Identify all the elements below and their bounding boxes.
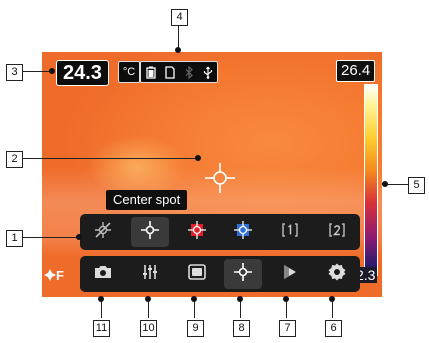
preset-1-icon (280, 220, 300, 245)
hot-spot-button[interactable] (178, 217, 216, 247)
callout-6-dot (329, 296, 335, 302)
callout-11: 11 (93, 320, 110, 337)
color-palette-button[interactable] (271, 259, 309, 289)
center-spot-tooltip: Center spot (106, 190, 188, 210)
hot-spot-icon (187, 220, 207, 245)
cold-spot-icon (233, 220, 253, 245)
callout-3-line (22, 71, 52, 72)
sliders-icon (140, 262, 160, 287)
temperature-unit: °C (118, 61, 140, 83)
callout-1-dot (76, 234, 82, 240)
callout-9-dot (191, 296, 197, 302)
center-spot-button[interactable] (130, 217, 169, 247)
camera-icon (93, 262, 113, 287)
measurement-button[interactable] (224, 259, 263, 289)
color-scale-bar (364, 84, 378, 276)
measurement-tools-toolbar (80, 214, 360, 250)
callout-5-dot (382, 181, 388, 187)
status-icons-bar (140, 61, 218, 83)
callout-4-dot (175, 47, 181, 53)
adjust-button[interactable] (131, 259, 169, 289)
cold-spot-button[interactable] (224, 217, 262, 247)
palette-icon (280, 262, 300, 287)
spot-temperature-readout: 24.3 (56, 60, 109, 86)
gear-icon (327, 262, 347, 287)
callout-10: 10 (140, 320, 157, 337)
callout-2: 2 (6, 151, 23, 168)
settings-button[interactable] (318, 259, 356, 289)
callout-11-dot (98, 296, 104, 302)
callout-8-dot (237, 296, 243, 302)
center-spot-crosshair (205, 163, 235, 193)
callout-1: 1 (6, 230, 23, 247)
callout-6: 6 (325, 320, 342, 337)
callout-7-dot (283, 296, 289, 302)
flir-logo-text: F (56, 268, 64, 283)
callout-1-line (22, 237, 78, 238)
thermal-image-screen[interactable]: 24.3 °C 26.4 2.3 Center spot F (42, 52, 382, 297)
usb-icon (201, 65, 215, 79)
flir-logo: F (44, 268, 64, 283)
image-mode-button[interactable] (178, 259, 216, 289)
sd-card-icon (163, 65, 177, 79)
callout-3-dot (49, 68, 55, 74)
preset-2-icon (327, 220, 347, 245)
battery-icon (144, 65, 158, 79)
callout-4: 4 (171, 9, 188, 26)
no-measurement-button[interactable] (84, 217, 122, 247)
callout-7: 7 (279, 320, 296, 337)
callout-9: 9 (187, 320, 204, 337)
scale-max-value: 26.4 (336, 60, 376, 82)
callout-5: 5 (408, 177, 425, 194)
crossed-crosshair-icon (93, 220, 113, 245)
callout-2-line (22, 158, 198, 159)
main-menu-toolbar (80, 256, 360, 292)
callout-5-line (385, 184, 408, 185)
user-preset-2-button[interactable] (318, 217, 356, 247)
camera-button[interactable] (84, 259, 122, 289)
callout-2-dot (195, 155, 201, 161)
callout-3: 3 (6, 64, 23, 81)
image-mode-icon (187, 262, 207, 287)
crosshair-icon (233, 262, 253, 287)
center-spot-icon (140, 220, 160, 245)
user-preset-1-button[interactable] (271, 217, 309, 247)
callout-4-line (178, 25, 179, 49)
callout-8: 8 (233, 320, 250, 337)
callout-10-dot (145, 296, 151, 302)
bluetooth-icon (182, 65, 196, 79)
